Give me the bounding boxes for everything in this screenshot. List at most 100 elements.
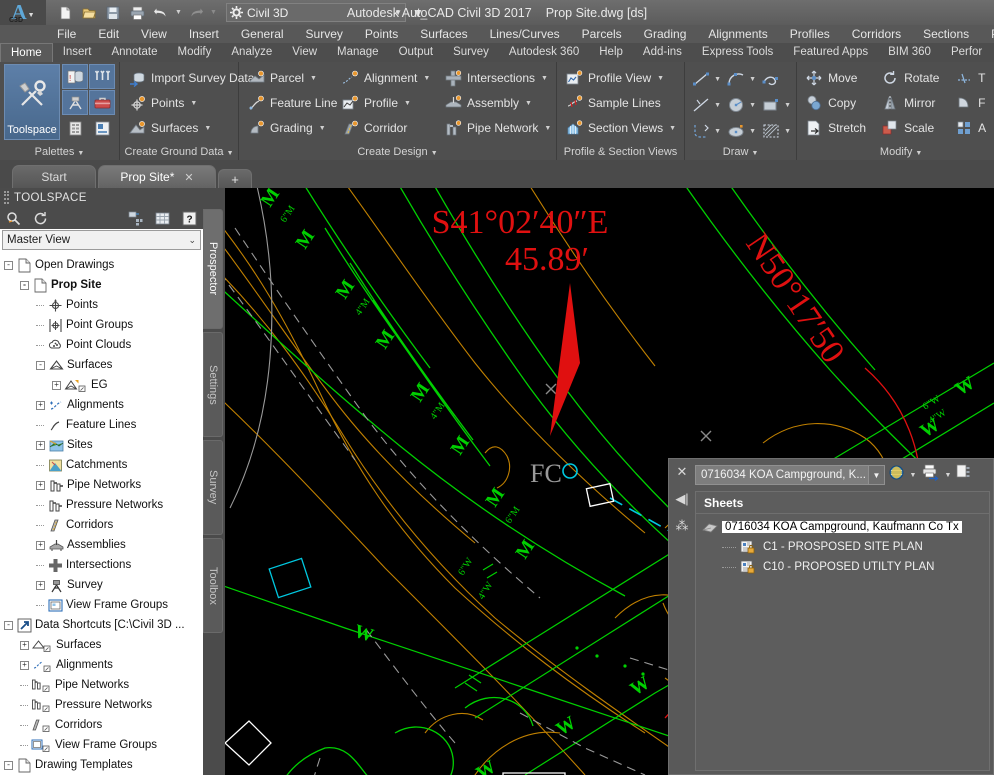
tree-item-view-frame-groups[interactable]: View Frame Groups xyxy=(0,595,203,615)
menu-alignments[interactable]: Alignments xyxy=(697,25,778,43)
chevron-down-icon[interactable]: ▼ xyxy=(749,76,758,83)
tree-item-view-frame-groups[interactable]: View Frame Groups xyxy=(0,735,203,755)
parcel-button[interactable]: Parcel ▼ xyxy=(243,66,335,90)
vtab-prospector[interactable]: Prospector xyxy=(203,209,223,329)
tree-item-pressure-networks[interactable]: Pressure Networks xyxy=(0,695,203,715)
intersections-button[interactable]: Intersections ▼ xyxy=(440,66,552,90)
stretch-button[interactable]: Stretch xyxy=(801,116,875,140)
tab-home[interactable]: Home xyxy=(0,43,53,62)
panorama-icon[interactable] xyxy=(127,210,144,227)
copy-button[interactable]: Copy xyxy=(801,91,875,115)
sample-lines-button[interactable]: Sample Lines xyxy=(561,91,680,115)
menu-view[interactable]: View xyxy=(130,25,178,43)
tab-autodesk-360[interactable]: Autodesk 360 xyxy=(499,43,589,62)
array-button[interactable]: A xyxy=(951,116,994,140)
panel-title-create-design[interactable]: Create Design ▼ xyxy=(243,145,552,160)
menu-surfaces[interactable]: Surfaces xyxy=(409,25,478,43)
tab-insert[interactable]: Insert xyxy=(53,43,102,62)
expand-icon[interactable]: + xyxy=(36,580,45,590)
tree-item-pressure-networks[interactable]: Pressure Networks xyxy=(0,495,203,515)
menu-sections[interactable]: Sections xyxy=(912,25,980,43)
expand-icon[interactable]: + xyxy=(36,400,45,410)
tree-item-corridors[interactable]: Corridors xyxy=(0,515,203,535)
refresh-icon[interactable] xyxy=(32,210,49,227)
tree-item-alignments[interactable]: + Alignments xyxy=(0,655,203,675)
chevron-down-icon[interactable]: ▼ xyxy=(908,472,918,479)
expand-icon[interactable]: + xyxy=(52,380,61,390)
auto-hide-icon[interactable]: ◀| xyxy=(675,492,688,505)
tab-output[interactable]: Output xyxy=(389,43,444,62)
properties-icon[interactable]: ! xyxy=(62,64,88,89)
tab-bim-360[interactable]: BIM 360 xyxy=(878,43,941,62)
scale-button[interactable]: Scale xyxy=(877,116,949,140)
menu-profiles[interactable]: Profiles xyxy=(779,25,841,43)
plot-icon[interactable] xyxy=(126,3,148,23)
tree-item-corridors[interactable]: Corridors xyxy=(0,715,203,735)
expand-icon[interactable]: + xyxy=(36,440,45,450)
arc-icon[interactable] xyxy=(724,67,748,91)
tree-item-point-clouds[interactable]: Point Clouds xyxy=(0,335,203,355)
panel-title-create-ground-data[interactable]: Create Ground Data ▼ xyxy=(124,145,234,160)
menu-file[interactable]: File xyxy=(46,25,87,43)
menu-insert[interactable]: Insert xyxy=(178,25,230,43)
sheet-set-selector[interactable]: 0716034 KOA Campground, K... ▼ xyxy=(695,465,885,485)
chevron-down-icon[interactable]: ▼ xyxy=(784,128,793,135)
prospector-tree[interactable]: - Open Drawings - Prop Site Points Point Grou… xyxy=(0,252,203,775)
tab-add-ins[interactable]: Add-ins xyxy=(633,43,692,62)
vtab-survey[interactable]: Survey xyxy=(203,440,223,535)
chevron-down-icon[interactable]: ▼ xyxy=(868,466,884,484)
menu-general[interactable]: General xyxy=(230,25,295,43)
sheet-row[interactable]: 0716034 KOA Campground, Kaufmann Co Tx xyxy=(696,517,989,537)
tab-performance[interactable]: Perfor xyxy=(941,43,992,62)
toolspace-button[interactable]: Toolspace xyxy=(4,64,60,140)
tree-item-surfaces[interactable]: + Surfaces xyxy=(0,635,203,655)
close-icon[interactable]: ✕ xyxy=(184,171,193,184)
tree-item-sites[interactable]: + Sites xyxy=(0,435,203,455)
chevron-down-icon[interactable]: ▼ xyxy=(784,102,793,109)
panel-title-modify[interactable]: Modify ▼ xyxy=(801,145,994,160)
menu-grading[interactable]: Grading xyxy=(633,25,698,43)
layer-properties-icon[interactable] xyxy=(89,116,115,141)
tree-item-points[interactable]: Points xyxy=(0,295,203,315)
mirror-button[interactable]: Mirror xyxy=(877,91,949,115)
tab-featured-apps[interactable]: Featured Apps xyxy=(783,43,878,62)
menu-pipes[interactable]: Pipes xyxy=(980,25,994,43)
assembly-button[interactable]: Assembly ▼ xyxy=(440,91,552,115)
fillet-modify-button[interactable]: F xyxy=(951,91,994,115)
section-views-button[interactable]: Section Views ▼ xyxy=(561,116,680,140)
close-icon[interactable]: ✕ xyxy=(677,465,688,478)
open-icon[interactable] xyxy=(78,3,100,23)
tree-item-point-groups[interactable]: Point Groups xyxy=(0,315,203,335)
properties-menu-icon[interactable]: ⁂ xyxy=(676,519,689,532)
chevron-down-icon[interactable]: ▼ xyxy=(714,76,723,83)
alignment-button[interactable]: Alignment ▼ xyxy=(337,66,438,90)
menu-parcels[interactable]: Parcels xyxy=(571,25,633,43)
undo-dropdown-icon[interactable]: ▼ xyxy=(174,9,183,16)
chevron-down-icon[interactable]: ▼ xyxy=(714,128,723,135)
file-tab-start[interactable]: Start xyxy=(12,165,96,188)
feature-line-button[interactable]: Feature Line xyxy=(243,91,337,115)
profile-view-button[interactable]: Profile View ▼ xyxy=(561,66,680,90)
chevron-down-icon[interactable]: ▼ xyxy=(749,128,758,135)
tree-item-surfaces[interactable]: - Surfaces xyxy=(0,355,203,375)
tree-item-data-shortcuts-c-civil-3d[interactable]: - Data Shortcuts [C:\Civil 3D ... xyxy=(0,615,203,635)
expand-icon[interactable]: + xyxy=(20,640,29,650)
menu-edit[interactable]: Edit xyxy=(87,25,130,43)
tab-view[interactable]: View xyxy=(282,43,327,62)
rotate-button[interactable]: Rotate xyxy=(877,66,949,90)
tree-item-assemblies[interactable]: + Assemblies xyxy=(0,535,203,555)
qat-customize-icon[interactable]: ▼̲ xyxy=(412,7,424,19)
tree-item-catchments[interactable]: Catchments xyxy=(0,455,203,475)
vtab-toolbox[interactable]: Toolbox xyxy=(203,538,223,633)
tree-item-drawing-templates[interactable]: - Drawing Templates xyxy=(0,755,203,775)
menu-points[interactable]: Points xyxy=(354,25,409,43)
grading-button[interactable]: Grading ▼ xyxy=(243,116,335,140)
circle-icon[interactable] xyxy=(724,93,748,117)
help-icon[interactable]: ? xyxy=(181,210,198,227)
vtab-settings[interactable]: Settings xyxy=(203,332,223,437)
tree-item-survey[interactable]: + Survey xyxy=(0,575,203,595)
chevron-down-icon[interactable]: ▼ xyxy=(943,472,953,479)
tree-item-feature-lines[interactable]: Feature Lines xyxy=(0,415,203,435)
palette-grip[interactable] xyxy=(4,191,9,204)
fillet-icon[interactable] xyxy=(689,119,713,143)
